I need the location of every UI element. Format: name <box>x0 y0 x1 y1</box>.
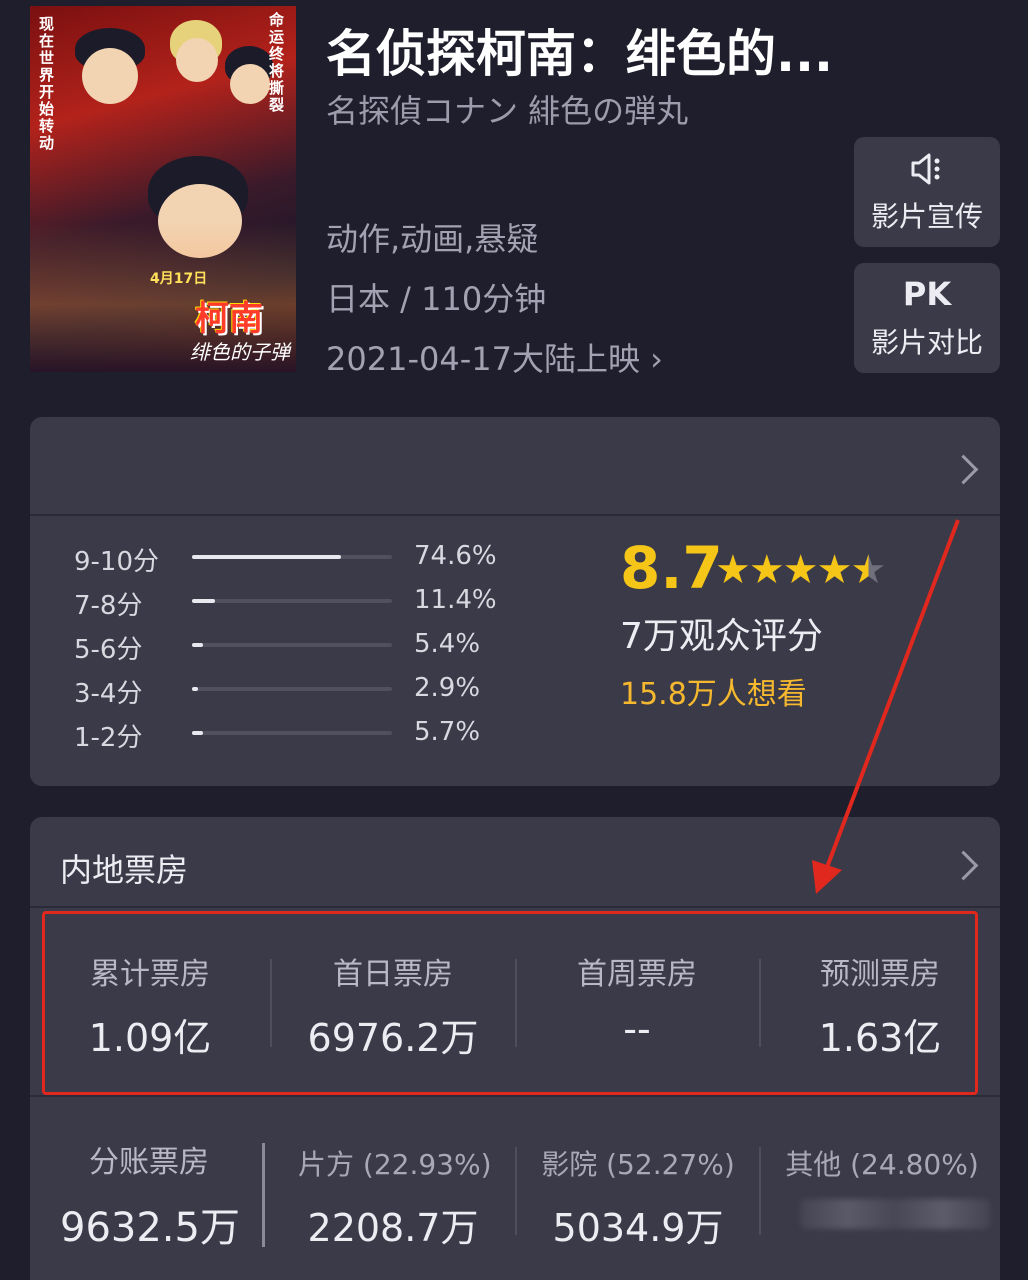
chevron-right-icon[interactable] <box>948 850 979 881</box>
star-icon: ★ <box>816 547 853 593</box>
promo-label: 影片宣传 <box>870 200 983 233</box>
rating-card[interactable]: 9-10分 74.6% 7-8分 11.4% 5-6分 5.4% 3-4分 2.… <box>30 417 1000 786</box>
movie-title: 名侦探柯南：绯色的... <box>326 25 833 83</box>
pk-label: 影片对比 <box>870 326 983 359</box>
movie-release-link[interactable]: 2021-04-17大陆上映 › <box>326 334 663 380</box>
split-label: 影院 (52.27%) <box>541 1148 735 1181</box>
box-office-card[interactable]: 内地票房 累计票房 1.09亿 首日票房 6976.2万 首周票房 -- 预测票… <box>30 817 1000 1280</box>
divider <box>759 959 761 1047</box>
stat-first-week: 首周票房 -- <box>527 949 747 1051</box>
divider <box>515 1147 517 1235</box>
divider <box>759 1147 761 1235</box>
stat-value: 1.09亿 <box>88 1016 212 1060</box>
rating-bar-fill <box>192 731 204 735</box>
divider <box>270 959 272 1047</box>
divider <box>30 1095 1000 1097</box>
blurred-value <box>800 1199 990 1229</box>
stat-total: 累计票房 1.09亿 <box>40 949 260 1062</box>
rating-row-label: 1-2分 <box>74 723 143 753</box>
rating-row-percent: 5.7% <box>414 717 481 747</box>
stat-value: -- <box>623 1007 651 1051</box>
rating-row: 3-4分 2.9% <box>74 673 514 709</box>
rating-bar-fill <box>192 687 198 691</box>
split-producer: 片方 (22.93%) 2208.7万 <box>298 1143 492 1252</box>
speaker-icon <box>854 149 1000 189</box>
star-icon: ★ <box>715 547 751 593</box>
want-to-watch-count: 15.8万人想看 <box>620 677 807 712</box>
box-office-title: 内地票房 <box>60 851 189 889</box>
split-label: 分账票房 <box>89 1145 209 1180</box>
star-icon: ★ <box>748 547 785 593</box>
rating-row-percent: 5.4% <box>414 629 481 659</box>
split-other: 其他 (24.80%) <box>784 1143 980 1197</box>
movie-poster[interactable]: 现在世界开始转动 命运终将撕裂 4月17日 柯南 绯色的子弹 <box>30 6 296 372</box>
split-label: 片方 (22.93%) <box>298 1148 492 1181</box>
poster-figure <box>176 38 218 82</box>
rating-bar <box>192 555 392 559</box>
poster-tagline-left: 现在世界开始转动 <box>37 16 55 152</box>
rating-bar-fill <box>192 643 203 647</box>
brace-divider <box>262 1143 269 1247</box>
rating-bar <box>192 731 392 735</box>
pk-icon: PK <box>902 275 952 313</box>
poster-date: 4月17日 <box>150 271 208 287</box>
stat-label: 首周票房 <box>577 957 697 992</box>
rating-row: 5-6分 5.4% <box>74 629 514 665</box>
rating-bar <box>192 687 392 691</box>
rating-row-percent: 74.6% <box>414 541 497 571</box>
stat-label: 累计票房 <box>90 957 210 992</box>
rating-row-label: 9-10分 <box>74 547 160 577</box>
poster-logo: 柯南 <box>195 299 263 339</box>
rating-score: 8.7 <box>620 534 723 602</box>
rating-row-percent: 2.9% <box>414 673 481 703</box>
poster-figure <box>230 64 270 104</box>
rating-row: 1-2分 5.7% <box>74 717 514 753</box>
rating-row: 7-8分 11.4% <box>74 585 514 621</box>
rating-bar-fill <box>192 555 342 559</box>
divider <box>515 959 517 1047</box>
rating-bar <box>192 599 392 603</box>
movie-original-title: 名探偵コナン 緋色の弾丸 <box>326 92 689 130</box>
promo-button[interactable]: 影片宣传 <box>854 137 1000 247</box>
stat-label: 预测票房 <box>820 957 940 992</box>
rating-row: 9-10分 74.6% <box>74 541 514 577</box>
rating-bar <box>192 643 392 647</box>
rating-row-label: 3-4分 <box>74 679 143 709</box>
chevron-right-icon[interactable] <box>948 454 979 485</box>
stat-value: 1.63亿 <box>818 1016 942 1060</box>
poster-tagline-right: 命运终将撕裂 <box>267 12 285 114</box>
split-label: 其他 (24.80%) <box>785 1148 979 1181</box>
stat-label: 首日票房 <box>333 957 453 992</box>
rating-row-percent: 11.4% <box>414 585 497 615</box>
split-cinema: 影院 (52.27%) 5034.9万 <box>540 1143 736 1252</box>
divider <box>30 514 1000 516</box>
poster-subtitle: 绯色的子弹 <box>190 340 290 364</box>
poster-figure <box>82 48 138 104</box>
pk-compare-button[interactable]: PK 影片对比 <box>854 263 1000 373</box>
split-value: 2208.7万 <box>307 1206 479 1250</box>
rating-row-label: 7-8分 <box>74 591 143 621</box>
stat-first-day: 首日票房 6976.2万 <box>283 949 503 1062</box>
star-icon: ★ <box>782 547 819 593</box>
half-star-icon: ★ <box>850 547 886 593</box>
rating-stars: ★★★★★ <box>715 547 886 593</box>
rating-bar-fill <box>192 599 215 603</box>
divider <box>30 906 1000 908</box>
movie-country-duration: 日本 / 110分钟 <box>326 280 547 318</box>
split-value: 5034.9万 <box>552 1206 724 1250</box>
rating-count: 7万观众评分 <box>620 616 823 657</box>
stat-value: 6976.2万 <box>307 1016 479 1060</box>
split-value: 9632.5万 <box>60 1205 240 1251</box>
split-total: 分账票房 9632.5万 <box>60 1137 240 1253</box>
stat-forecast: 预测票房 1.63亿 <box>770 949 990 1062</box>
movie-genres: 动作,动画,悬疑 <box>326 220 539 258</box>
rating-row-label: 5-6分 <box>74 635 143 665</box>
